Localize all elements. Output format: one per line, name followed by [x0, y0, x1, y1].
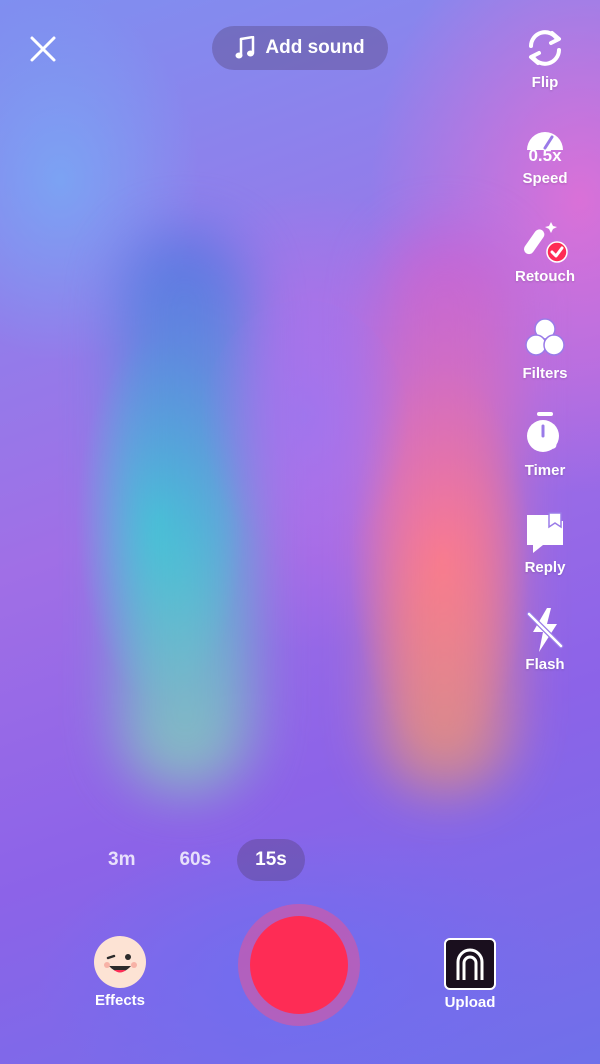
flash-off-icon: [526, 608, 564, 652]
effects-label: Effects: [94, 992, 146, 1009]
reply-button[interactable]: Reply: [490, 509, 600, 576]
music-note-icon: [235, 36, 255, 59]
reply-label: Reply: [524, 559, 566, 576]
record-button-core: [250, 916, 348, 1014]
timer-button[interactable]: 3 Timer: [490, 412, 600, 479]
flip-button[interactable]: Flip: [490, 24, 600, 91]
upload-label: Upload: [444, 994, 496, 1011]
record-button[interactable]: [238, 904, 360, 1026]
add-sound-label: Add sound: [265, 37, 365, 58]
flip-camera-icon: [529, 30, 561, 66]
gallery-thumbnail: [444, 938, 496, 990]
duration-3m[interactable]: 3m: [90, 839, 153, 881]
winking-face-icon: [94, 936, 146, 988]
speed-value: 0.5x: [528, 146, 562, 165]
filters-icon: [525, 318, 565, 356]
speed-gauge-icon: 0.5x: [521, 120, 569, 168]
duration-selector: 3m 60s 15s: [90, 838, 313, 882]
duration-60s[interactable]: 60s: [161, 839, 229, 881]
arch-thumbnail-icon: [456, 948, 484, 980]
timer-label: Timer: [524, 462, 566, 479]
filters-button[interactable]: Filters: [490, 315, 600, 382]
close-button[interactable]: [24, 30, 62, 68]
flash-button[interactable]: Flash: [490, 606, 600, 673]
timer-icon: 3: [521, 412, 569, 460]
close-icon: [30, 36, 56, 62]
duration-15s[interactable]: 15s: [237, 839, 305, 881]
flash-label: Flash: [525, 656, 565, 673]
speed-label: Speed: [522, 170, 568, 187]
retouch-label: Retouch: [515, 268, 575, 285]
preview-blur-face: [200, 300, 410, 560]
effects-button[interactable]: Effects: [90, 936, 150, 1009]
speed-button[interactable]: 0.5x Speed: [490, 120, 600, 187]
flip-label: Flip: [531, 74, 559, 91]
add-sound-button[interactable]: Add sound: [212, 26, 388, 70]
retouch-button[interactable]: Retouch: [490, 218, 600, 285]
retouch-icon: [521, 218, 569, 266]
upload-button[interactable]: Upload: [436, 938, 504, 1011]
filters-label: Filters: [522, 365, 568, 382]
reply-comment-icon: [527, 512, 563, 553]
timer-value: 3: [546, 432, 558, 454]
